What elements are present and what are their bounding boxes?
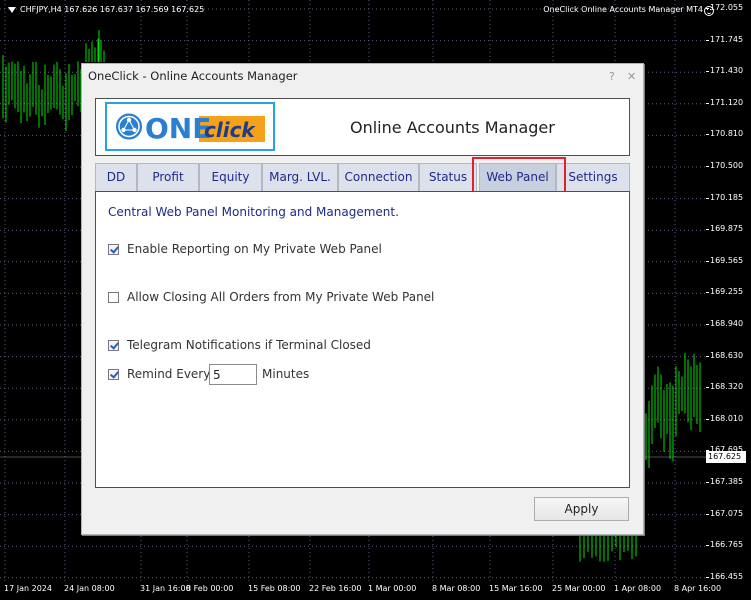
telegram-notifications-checkbox[interactable] (108, 340, 119, 351)
enable-reporting-checkbox[interactable] (108, 244, 119, 255)
svg-text:ONE: ONE (145, 112, 211, 145)
price-tick-label: 168.010 (706, 414, 751, 423)
price-tick-label: 169.565 (706, 256, 751, 265)
help-icon[interactable]: ? (609, 70, 615, 83)
time-tick-label: 15 Mar 16:00 (489, 584, 543, 593)
dialog-titlebar[interactable]: OneClick - Online Accounts Manager ? ✕ (82, 64, 643, 88)
chart-menu-triangle-icon[interactable] (8, 6, 16, 13)
price-tick-label: 169.255 (706, 287, 751, 296)
time-tick-label: 15 Feb 08:00 (248, 584, 301, 593)
time-tick-label: 25 Mar 00:00 (552, 584, 606, 593)
price-axis: 172.055 171.745 171.430 171.120 170.810 170.5… (706, 0, 751, 581)
time-tick-label: 8 Apr 16:00 (674, 584, 722, 593)
time-tick-label: 17 Jan 2024 (4, 584, 52, 593)
tab-margin-level[interactable]: Marg. LVL. (262, 163, 338, 191)
price-tick-label: 171.120 (706, 98, 751, 107)
time-tick-label: 22 Feb 16:00 (309, 584, 362, 593)
time-tick-label: 1 Apr 08:00 (614, 584, 662, 593)
time-tick-label: 8 Feb 00:00 (186, 584, 234, 593)
allow-closing-label: Allow Closing All Orders from My Private… (127, 290, 435, 304)
svg-text:click: click (204, 118, 256, 142)
tab-web-panel[interactable]: Web Panel (479, 163, 556, 191)
price-tick-label: 168.940 (706, 319, 751, 328)
remind-interval-input[interactable] (209, 364, 257, 385)
price-tick-label: 168.630 (706, 351, 751, 360)
time-tick-label: 31 Jan 16:00 (140, 584, 191, 593)
panel-heading: Central Web Panel Monitoring and Managem… (108, 205, 399, 219)
tab-equity[interactable]: Equity (199, 163, 262, 191)
time-tick-label: 8 Mar 08:00 (432, 584, 481, 593)
price-tick-label: 166.455 (706, 572, 751, 581)
allow-closing-checkbox[interactable] (108, 292, 119, 303)
price-tick-label: 168.320 (706, 382, 751, 391)
remind-every-checkbox[interactable] (108, 369, 119, 380)
expert-advisor-title: OneClick Online Accounts Manager MT4 (543, 5, 703, 14)
price-tick-label: 169.875 (706, 224, 751, 233)
header-banner: ONE click Online Accounts Manager (95, 98, 630, 156)
time-tick-label: 24 Jan 08:00 (64, 584, 115, 593)
price-tick-label: 171.745 (706, 35, 751, 44)
telegram-notifications-label: Telegram Notifications if Terminal Close… (127, 338, 371, 352)
tab-profit[interactable]: Profit (137, 163, 199, 191)
price-tick-label: 171.430 (706, 66, 751, 75)
price-tick-label: 167.075 (706, 509, 751, 518)
tab-settings[interactable]: Settings (556, 163, 630, 191)
tab-dd[interactable]: DD (95, 163, 137, 191)
tab-status[interactable]: Status (419, 163, 477, 191)
web-panel-tab-content: Central Web Panel Monitoring and Managem… (95, 191, 630, 488)
oneclick-dialog: OneClick - Online Accounts Manager ? ✕ O… (81, 63, 644, 535)
time-axis: 17 Jan 2024 24 Jan 08:00 31 Jan 16:00 8 Feb… (0, 581, 721, 600)
price-tick-label: 170.185 (706, 193, 751, 202)
price-tick-label: 166.765 (706, 540, 751, 549)
price-tick-label: 167.385 (706, 477, 751, 486)
symbol-quote-line: CHFJPY,H4 167.626 167.637 167.569 167.62… (8, 5, 204, 14)
remind-every-label: Remind Every (127, 367, 211, 381)
time-tick-label: 1 Mar 00:00 (368, 584, 417, 593)
price-tick-label: 172.055 (706, 3, 751, 12)
price-tick-label: 170.810 (706, 129, 751, 138)
current-price-badge: 167.625 (706, 451, 746, 463)
app-title: Online Accounts Manager (350, 118, 555, 137)
dialog-title: OneClick - Online Accounts Manager (88, 69, 298, 83)
minutes-label: Minutes (262, 367, 310, 381)
enable-reporting-label: Enable Reporting on My Private Web Panel (127, 242, 382, 256)
oneclick-logo: ONE click (105, 102, 275, 151)
close-icon[interactable]: ✕ (627, 70, 636, 83)
apply-button[interactable]: Apply (534, 497, 629, 521)
price-tick-label: 170.500 (706, 161, 751, 170)
tab-connection[interactable]: Connection (338, 163, 419, 191)
